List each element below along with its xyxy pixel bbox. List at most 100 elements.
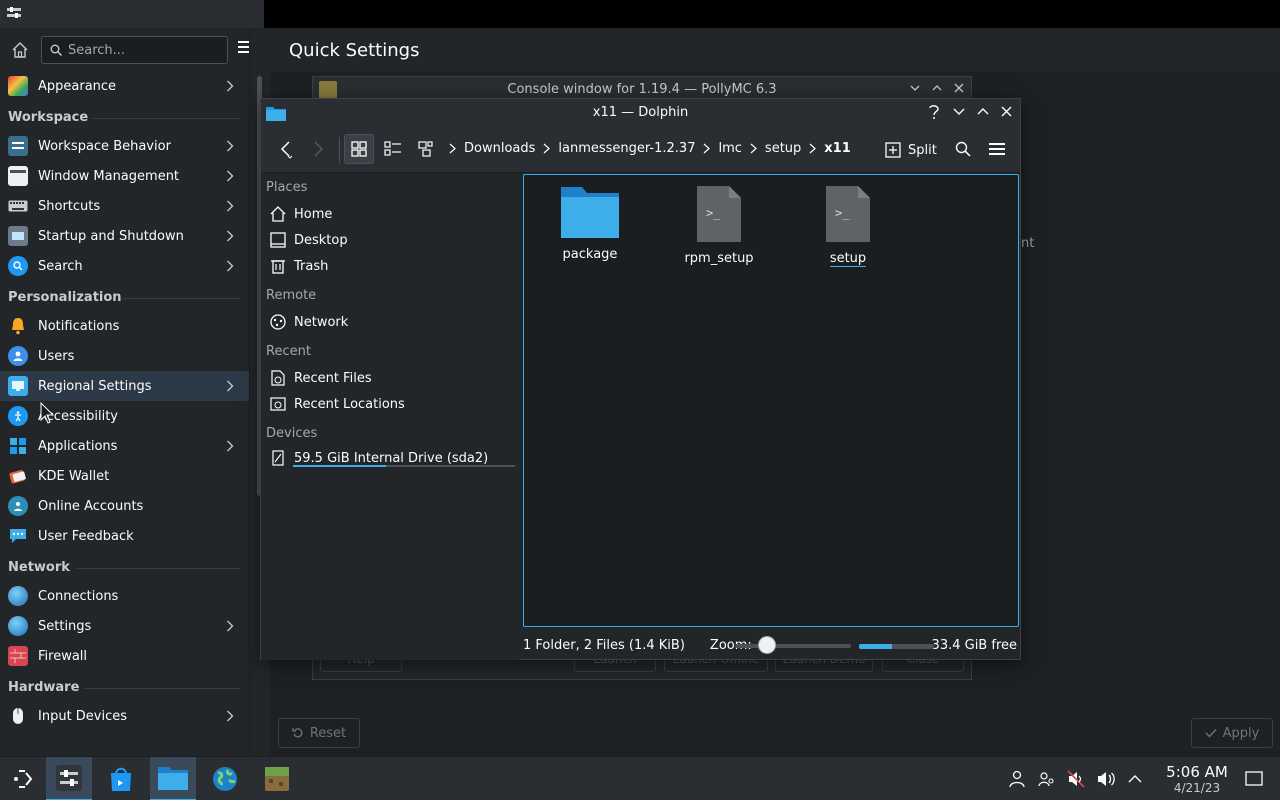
sidebar-item-kde-wallet[interactable]: KDE Wallet — [0, 461, 249, 491]
close-icon[interactable] — [953, 82, 965, 94]
sidebar-item-input-devices[interactable]: Input Devices — [0, 701, 249, 731]
compact-view-button[interactable] — [378, 134, 408, 164]
network-icon — [270, 314, 286, 330]
compact-view-icon — [384, 141, 401, 156]
breadcrumb-setup[interactable]: setup — [765, 141, 801, 156]
sidebar-item-notifications[interactable]: Notifications — [0, 311, 249, 341]
sidebar-item-window-management[interactable]: Window Management — [0, 161, 249, 191]
settings-sidebar: Appearance Workspace Workspace Behavior … — [0, 28, 250, 756]
hamburger-icon — [238, 41, 249, 53]
icons-view-button[interactable] — [344, 134, 374, 164]
places-heading: Places — [266, 180, 308, 195]
sidebar-item-applications[interactable]: Applications — [0, 431, 249, 461]
split-view-icon — [885, 142, 901, 158]
free-space-bar — [859, 644, 934, 649]
sidebar-item-connections[interactable]: Connections — [0, 581, 249, 611]
sidebar-item-user-feedback[interactable]: User Feedback — [0, 521, 249, 551]
maximize-icon[interactable] — [977, 106, 989, 116]
regional-settings-icon — [8, 376, 28, 396]
chevron-right-icon — [227, 140, 234, 152]
places-item-desktop[interactable]: Desktop — [270, 228, 348, 252]
sidebar-item-workspace-behavior[interactable]: Workspace Behavior — [0, 131, 249, 161]
sidebar-item-appearance[interactable]: Appearance — [0, 71, 249, 101]
sidebar-item-online-accounts[interactable]: Online Accounts — [0, 491, 249, 521]
drive-usage-fill — [293, 465, 387, 467]
tray-volume[interactable] — [1096, 769, 1116, 789]
help-icon[interactable] — [928, 104, 940, 120]
zoom-slider-track[interactable] — [735, 644, 851, 648]
minimize-icon[interactable] — [909, 82, 921, 94]
breadcrumb-x11[interactable]: x11 — [824, 141, 850, 156]
drive-usage-bar — [293, 465, 515, 467]
reset-button[interactable]: Reset — [278, 718, 360, 748]
sidebar-item-shortcuts[interactable]: Shortcuts — [0, 191, 249, 221]
clock-time: 5:06 AM — [1166, 763, 1228, 781]
close-icon[interactable] — [1001, 106, 1012, 117]
search-input[interactable] — [68, 42, 218, 58]
hamburger-icon — [989, 143, 1005, 155]
file-view[interactable]: package >_ rpm_setup >_ setup — [523, 174, 1019, 627]
home-icon — [270, 206, 286, 222]
remote-heading: Remote — [266, 288, 317, 303]
apply-button[interactable]: Apply — [1191, 718, 1273, 748]
checkmark-icon — [1205, 729, 1217, 738]
dolphin-toolbar: Downloads lanmessenger-1.2.37 lmc setup … — [261, 127, 1020, 173]
script-file-icon: >_ — [826, 186, 870, 242]
places-item-trash[interactable]: Trash — [270, 254, 328, 278]
places-item-network[interactable]: Network — [270, 310, 348, 334]
chevron-right-icon — [227, 200, 234, 212]
file-item-rpm-setup[interactable]: >_ rpm_setup — [664, 185, 774, 266]
task-discover[interactable] — [98, 757, 144, 800]
settings-app-icon — [6, 6, 22, 20]
breadcrumb-lmc[interactable]: lmc — [718, 141, 741, 156]
minimize-icon[interactable] — [953, 107, 965, 117]
task-system-settings[interactable] — [46, 757, 92, 800]
dolphin-menu-button[interactable] — [982, 134, 1012, 164]
sidebar-item-search[interactable]: Search — [0, 251, 249, 281]
discover-store-icon — [111, 767, 131, 791]
chevron-right-icon — [227, 620, 234, 632]
tray-accounts[interactable] — [1037, 769, 1057, 789]
find-button[interactable] — [948, 134, 978, 164]
console-window-buttons — [909, 82, 965, 94]
speaker-muted-icon — [1067, 770, 1085, 788]
svg-text:>_: >_ — [706, 206, 721, 220]
application-launcher[interactable] — [0, 757, 46, 800]
sidebar-item-regional-settings[interactable]: Regional Settings — [0, 371, 249, 401]
back-button[interactable] — [271, 134, 301, 164]
startup-icon — [8, 226, 28, 246]
forward-button[interactable] — [303, 134, 333, 164]
digital-clock[interactable]: 5:06 AM 4/21/23 — [1150, 763, 1244, 795]
sidebar-item-startup-shutdown[interactable]: Startup and Shutdown — [0, 221, 249, 251]
task-browser[interactable] — [202, 757, 248, 800]
sidebar-item-users[interactable]: Users — [0, 341, 249, 371]
split-button[interactable]: Split — [885, 137, 937, 163]
show-desktop-button[interactable] — [1244, 769, 1264, 789]
maximize-icon[interactable] — [931, 82, 943, 94]
breadcrumb-lanmessenger[interactable]: lanmessenger-1.2.37 — [558, 141, 695, 156]
sidebar-item-network-settings[interactable]: Settings — [0, 611, 249, 641]
pollymc-icon — [265, 767, 289, 791]
file-item-package[interactable]: package — [535, 185, 645, 262]
places-item-recent-files[interactable]: Recent Files — [270, 366, 372, 390]
devices-heading: Devices — [266, 426, 318, 441]
search-field[interactable] — [41, 36, 228, 64]
task-dolphin[interactable] — [150, 757, 196, 800]
home-button[interactable] — [8, 38, 32, 62]
breadcrumb-downloads[interactable]: Downloads — [464, 141, 535, 156]
details-view-button[interactable] — [412, 134, 442, 164]
chevron-right-icon — [227, 260, 234, 272]
sidebar-item-accessibility[interactable]: Accessibility — [0, 401, 249, 431]
tray-microphone-muted[interactable] — [1066, 769, 1086, 789]
tray-expand[interactable] — [1125, 769, 1145, 789]
menu-button[interactable] — [238, 40, 249, 54]
sidebar-toolbar — [0, 28, 249, 72]
tray-user-switcher[interactable] — [1007, 769, 1027, 789]
places-item-home[interactable]: Home — [270, 202, 332, 226]
task-pollymc[interactable] — [254, 757, 300, 800]
chevron-right-icon — [750, 143, 757, 154]
file-item-setup[interactable]: >_ setup — [793, 185, 903, 267]
sidebar-item-firewall[interactable]: Firewall — [0, 641, 249, 671]
forward-arrow-icon — [314, 141, 324, 157]
places-item-recent-locations[interactable]: Recent Locations — [270, 392, 405, 416]
